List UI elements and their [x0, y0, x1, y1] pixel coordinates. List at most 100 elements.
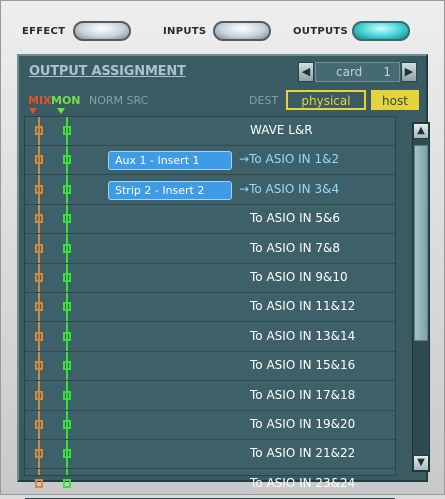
- scrollbar[interactable]: ▲ ▼: [412, 122, 430, 472]
- table-row[interactable]: To ASIO IN 5&6: [25, 205, 395, 235]
- table-row[interactable]: Aux 1 - Insert 1 →To ASIO IN 1&2: [25, 146, 395, 176]
- table-row[interactable]: Strip 2 - Insert 2 →To ASIO IN 3&4: [25, 176, 395, 205]
- panel-title: OUTPUT ASSIGNMENT: [29, 64, 186, 79]
- mode-bar: EFFECT INPUTS OUTPUTS: [16, 15, 428, 49]
- destination-label: To ASIO IN 19&20: [250, 417, 355, 431]
- mon-node-icon[interactable]: [63, 361, 71, 371]
- inputs-label: INPUTS: [163, 26, 207, 37]
- dest-host-button[interactable]: host: [371, 90, 419, 110]
- mix-node-icon[interactable]: [35, 302, 43, 312]
- mix-node-icon[interactable]: [35, 331, 43, 341]
- mix-node-icon[interactable]: [35, 155, 43, 165]
- mix-marker-icon: [29, 108, 37, 114]
- destination-label: To ASIO IN 11&12: [250, 299, 355, 313]
- norm-src-header: NORM SRC: [89, 94, 149, 107]
- destination-text: To ASIO IN 15&16: [250, 358, 356, 373]
- mon-node-icon[interactable]: [63, 273, 71, 282]
- mon-node-icon[interactable]: [63, 331, 71, 341]
- destination-text: To ASIO IN 1&2: [249, 152, 340, 167]
- output-assignment-window: EFFECT INPUTS OUTPUTS OUTPUT ASSIGNMENT …: [0, 0, 445, 499]
- output-assignment-panel: OUTPUT ASSIGNMENT ◀ card 1 ▶ MIX MON NOR…: [17, 54, 430, 499]
- mix-node-icon[interactable]: [35, 361, 43, 371]
- destination-text: To ASIO IN 23&24: [250, 475, 356, 490]
- source-tag[interactable]: Aux 1 - Insert 1: [108, 151, 232, 171]
- destination-text: To ASIO IN 13&14: [250, 328, 356, 343]
- mix-node-icon[interactable]: [35, 273, 43, 282]
- mix-node-icon[interactable]: [35, 214, 43, 224]
- table-row[interactable]: WAVE L&R: [25, 117, 395, 146]
- destination-label: To ASIO IN 9&10: [250, 270, 348, 284]
- outputs-button[interactable]: [352, 21, 410, 41]
- source-tag[interactable]: Strip 2 - Insert 2: [108, 180, 232, 200]
- scroll-up-button[interactable]: ▲: [413, 123, 429, 139]
- dest-header: DEST: [249, 94, 279, 107]
- destination-label: WAVE L&R: [250, 123, 313, 137]
- left-arrow-icon: ◀: [301, 65, 311, 78]
- mix-node-icon[interactable]: [35, 184, 43, 194]
- mon-header: MON: [51, 94, 81, 107]
- destination-label: To ASIO IN 23&24: [250, 476, 355, 490]
- destination-text: To ASIO IN 11&12: [250, 299, 356, 314]
- table-row[interactable]: To ASIO IN 19&20: [25, 411, 395, 440]
- effect-label: EFFECT: [22, 26, 66, 37]
- destination-text: To ASIO IN 17&18: [250, 387, 356, 402]
- table-row[interactable]: To ASIO IN 7&8: [25, 235, 395, 264]
- destination-text: To ASIO IN 3&4: [249, 181, 340, 196]
- destination-text: To ASIO IN 9&10: [250, 270, 348, 284]
- assignment-rows: WAVE L&R Aux 1 - Insert 1 →To ASIO IN 1&2 S…: [24, 116, 396, 499]
- mon-node-icon[interactable]: [63, 420, 71, 429]
- destination-label: To ASIO IN 17&18: [250, 388, 355, 402]
- assign-arrow-icon: →: [239, 152, 250, 167]
- up-arrow-icon: ▲: [417, 125, 425, 136]
- mon-marker-icon: [57, 108, 65, 114]
- mix-node-icon[interactable]: [35, 243, 43, 253]
- table-row[interactable]: To ASIO IN 21&22: [25, 440, 395, 470]
- effect-button[interactable]: [73, 21, 131, 41]
- destination-label: →To ASIO IN 1&2: [239, 152, 339, 166]
- destination-label: To ASIO IN 5&6: [250, 211, 340, 225]
- scroll-down-button[interactable]: ▼: [413, 455, 429, 471]
- table-row[interactable]: To ASIO IN 15&16: [25, 352, 395, 382]
- outputs-label: OUTPUTS: [293, 26, 349, 37]
- destination-label: To ASIO IN 15&16: [250, 358, 355, 372]
- destination-text: To ASIO IN 19&20: [250, 417, 356, 431]
- destination-text: To ASIO IN 7&8: [250, 240, 341, 255]
- table-row[interactable]: To ASIO IN 9&10: [25, 264, 395, 293]
- destination-label: To ASIO IN 7&8: [250, 241, 340, 255]
- destination-text: WAVE L&R: [250, 123, 313, 137]
- mon-node-icon[interactable]: [63, 390, 71, 400]
- mon-node-icon[interactable]: [63, 449, 71, 459]
- mon-node-icon[interactable]: [63, 478, 71, 488]
- mix-node-icon[interactable]: [35, 478, 43, 488]
- card-value: 1: [383, 65, 391, 79]
- mon-node-icon[interactable]: [63, 214, 71, 224]
- destination-text: To ASIO IN 21&22: [250, 446, 356, 461]
- table-row[interactable]: To ASIO IN 23&24: [25, 470, 395, 499]
- card-prev-button[interactable]: ◀: [298, 62, 314, 82]
- scroll-thumb[interactable]: [414, 145, 428, 341]
- mix-header: MIX: [28, 94, 52, 107]
- mon-node-icon[interactable]: [63, 184, 71, 194]
- mon-node-icon[interactable]: [63, 155, 71, 165]
- mix-node-icon[interactable]: [35, 390, 43, 400]
- mon-node-icon[interactable]: [63, 302, 71, 312]
- table-row[interactable]: To ASIO IN 17&18: [25, 382, 395, 411]
- mon-node-icon[interactable]: [63, 126, 71, 135]
- dest-physical-button[interactable]: physical: [286, 90, 366, 110]
- mix-node-icon[interactable]: [35, 449, 43, 459]
- mon-node-icon[interactable]: [63, 243, 71, 253]
- right-arrow-icon: ▶: [404, 65, 414, 78]
- inputs-button[interactable]: [213, 21, 271, 41]
- table-row[interactable]: To ASIO IN 13&14: [25, 323, 395, 352]
- destination-label: To ASIO IN 13&14: [250, 329, 355, 343]
- destination-label: →To ASIO IN 3&4: [239, 182, 339, 196]
- mix-node-icon[interactable]: [35, 126, 43, 135]
- destination-label: To ASIO IN 21&22: [250, 446, 355, 460]
- down-arrow-icon: ▼: [417, 457, 425, 468]
- table-row[interactable]: To ASIO IN 11&12: [25, 293, 395, 323]
- mix-node-icon[interactable]: [35, 420, 43, 429]
- card-next-button[interactable]: ▶: [401, 62, 417, 82]
- card-selector[interactable]: card 1: [315, 62, 400, 82]
- card-label: card: [336, 65, 363, 79]
- assign-arrow-icon: →: [239, 181, 250, 196]
